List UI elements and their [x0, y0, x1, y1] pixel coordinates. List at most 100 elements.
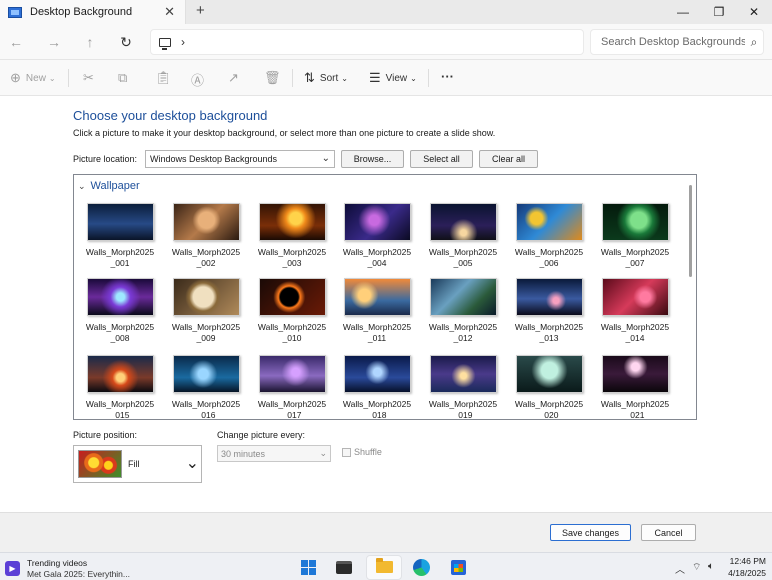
wallpaper-thumbnail[interactable]: [172, 355, 240, 393]
chevron-right-icon[interactable]: ›: [181, 35, 185, 49]
minimize-button[interactable]: —: [665, 0, 701, 24]
scrollbar[interactable]: [689, 185, 692, 277]
wallpaper-tile[interactable]: Walls_Morph2025 _015: [82, 355, 158, 419]
picture-location-select[interactable]: Windows Desktop Backgrounds ⌄: [145, 150, 335, 168]
address-field[interactable]: ›: [150, 29, 584, 55]
tab-desktop-background[interactable]: Desktop Background ✕: [0, 0, 186, 24]
wallpaper-thumbnail[interactable]: [172, 203, 240, 241]
start-button[interactable]: [297, 556, 319, 578]
wallpaper-tile[interactable]: Walls_Morph2025 _002: [168, 203, 244, 269]
wallpaper-thumbnail[interactable]: [86, 203, 154, 241]
wallpaper-tile[interactable]: Walls_Morph2025 _020: [511, 355, 587, 419]
wallpaper-tile[interactable]: Walls_Morph2025 _013: [511, 278, 587, 344]
sort-button[interactable]: ⇅ Sort ⌄: [304, 70, 348, 86]
chevron-up-icon[interactable]: ︿: [675, 561, 685, 576]
wallpaper-tile[interactable]: Walls_Morph2025 _004: [339, 203, 415, 269]
wallpaper-tile[interactable]: Walls_Morph2025 _010: [254, 278, 330, 344]
news-widget-icon[interactable]: ▶: [5, 561, 20, 576]
fill-preview-thumbnail: [78, 450, 122, 478]
wallpaper-tile[interactable]: Walls_Morph2025 _006: [511, 203, 587, 269]
rename-icon[interactable]: Ⓐ: [191, 70, 209, 89]
wallpaper-thumbnail[interactable]: [429, 355, 497, 393]
wallpaper-thumbnail[interactable]: [515, 355, 583, 393]
network-icon[interactable]: ⌔: [692, 561, 701, 574]
wallpaper-tile[interactable]: Walls_Morph2025 _017: [254, 355, 330, 419]
wallpaper-tile[interactable]: Walls_Morph2025 _018: [339, 355, 415, 419]
wallpaper-thumbnail[interactable]: [343, 355, 411, 393]
wallpaper-thumbnail[interactable]: [601, 278, 669, 316]
title-bar: Desktop Background ✕ + — ❐ ✕: [0, 0, 772, 24]
wallpaper-thumbnail[interactable]: [86, 355, 154, 393]
maximize-button[interactable]: ❐: [701, 0, 737, 24]
wallpaper-thumbnail[interactable]: [601, 355, 669, 393]
wallpaper-tile[interactable]: Walls_Morph2025 _019: [425, 355, 501, 419]
refresh-icon[interactable]: ↻: [116, 32, 136, 52]
chevron-down-icon: ⌄: [321, 153, 330, 164]
wallpaper-label: Walls_Morph2025 _003: [254, 247, 330, 269]
wallpaper-tile[interactable]: Walls_Morph2025 _005: [425, 203, 501, 269]
wallpaper-thumbnail[interactable]: [258, 355, 326, 393]
wallpaper-thumbnail[interactable]: [86, 278, 154, 316]
wallpaper-tile[interactable]: Walls_Morph2025 _021: [597, 355, 673, 419]
file-explorer-icon[interactable]: [373, 556, 395, 578]
edge-browser-icon[interactable]: [410, 556, 432, 578]
close-window-button[interactable]: ✕: [736, 0, 772, 24]
shuffle-checkbox[interactable]: Shuffle: [342, 447, 382, 457]
wallpaper-tile[interactable]: Walls_Morph2025 _001: [82, 203, 158, 269]
wallpaper-thumbnail[interactable]: [429, 203, 497, 241]
wallpaper-list[interactable]: ⌄ Wallpaper Walls_Morph2025 _001 Walls_Mor…: [73, 174, 697, 420]
view-button[interactable]: ☰ View ⌄: [369, 70, 417, 86]
wallpaper-thumbnail[interactable]: [258, 278, 326, 316]
wallpaper-tile[interactable]: Walls_Morph2025 _016: [168, 355, 244, 419]
wallpaper-tile[interactable]: Walls_Morph2025 _011: [339, 278, 415, 344]
wallpaper-group-header[interactable]: ⌄ Wallpaper: [78, 180, 140, 192]
change-interval-select[interactable]: 30 minutes ⌄: [217, 445, 331, 462]
copy-icon[interactable]: ⧉: [118, 70, 132, 86]
up-arrow-icon[interactable]: ↑: [80, 32, 100, 52]
share-icon[interactable]: ↗: [228, 70, 244, 86]
browse-button[interactable]: Browse...: [341, 150, 404, 168]
wallpaper-thumbnail[interactable]: [515, 203, 583, 241]
terminal-app-icon[interactable]: [333, 556, 355, 578]
news-subtitle[interactable]: Met Gala 2025: Everythin...: [27, 569, 130, 579]
clear-all-button[interactable]: Clear all: [479, 150, 538, 168]
main-content: Choose your desktop background Click a p…: [0, 96, 772, 512]
wallpaper-label: Walls_Morph2025 _011: [339, 322, 415, 344]
more-options-icon[interactable]: ···: [441, 69, 454, 84]
divider: [292, 69, 293, 87]
close-tab-icon[interactable]: ✕: [164, 4, 175, 20]
wallpaper-tile[interactable]: Walls_Morph2025 _003: [254, 203, 330, 269]
save-changes-button[interactable]: Save changes: [550, 524, 631, 541]
wallpaper-thumbnail[interactable]: [172, 278, 240, 316]
wallpaper-thumbnail[interactable]: [343, 278, 411, 316]
wallpaper-label: Walls_Morph2025 _012: [425, 322, 501, 344]
wallpaper-tile[interactable]: Walls_Morph2025 _012: [425, 278, 501, 344]
wallpaper-thumbnail[interactable]: [515, 278, 583, 316]
wallpaper-tile[interactable]: Walls_Morph2025 _008: [82, 278, 158, 344]
select-all-button[interactable]: Select all: [410, 150, 473, 168]
checkbox-box[interactable]: [342, 447, 351, 457]
wallpaper-label-line1: Walls_Morph2025: [257, 322, 327, 332]
wallpaper-thumbnail[interactable]: [601, 203, 669, 241]
cancel-button[interactable]: Cancel: [641, 524, 696, 541]
wallpaper-thumbnail[interactable]: [258, 203, 326, 241]
microsoft-store-icon[interactable]: [447, 556, 469, 578]
picture-position-select[interactable]: Fill ⌄: [73, 445, 202, 483]
paste-icon[interactable]: 📋︎: [155, 70, 177, 86]
wallpaper-thumbnail[interactable]: [343, 203, 411, 241]
news-title[interactable]: Trending videos: [27, 558, 87, 568]
cut-icon[interactable]: ✂: [83, 70, 99, 86]
search-input[interactable]: Search Desktop Backgrounds ⌕: [590, 29, 764, 55]
back-arrow-icon[interactable]: ←: [6, 32, 26, 52]
volume-icon[interactable]: 🔈︎: [708, 561, 714, 572]
wallpaper-tile[interactable]: Walls_Morph2025 _007: [597, 203, 673, 269]
wallpaper-thumbnail[interactable]: [429, 278, 497, 316]
wallpaper-tile[interactable]: Walls_Morph2025 _009: [168, 278, 244, 344]
wallpaper-tile[interactable]: Walls_Morph2025 _014: [597, 278, 673, 344]
forward-arrow-icon[interactable]: →: [44, 32, 64, 52]
clock-time[interactable]: 12:46 PM: [728, 556, 766, 566]
new-button[interactable]: ⊕ New ⌄: [10, 70, 56, 86]
clock-date[interactable]: 4/18/2025: [726, 568, 766, 578]
new-tab-button[interactable]: +: [196, 2, 205, 19]
delete-icon[interactable]: 🗑︎: [264, 70, 286, 86]
